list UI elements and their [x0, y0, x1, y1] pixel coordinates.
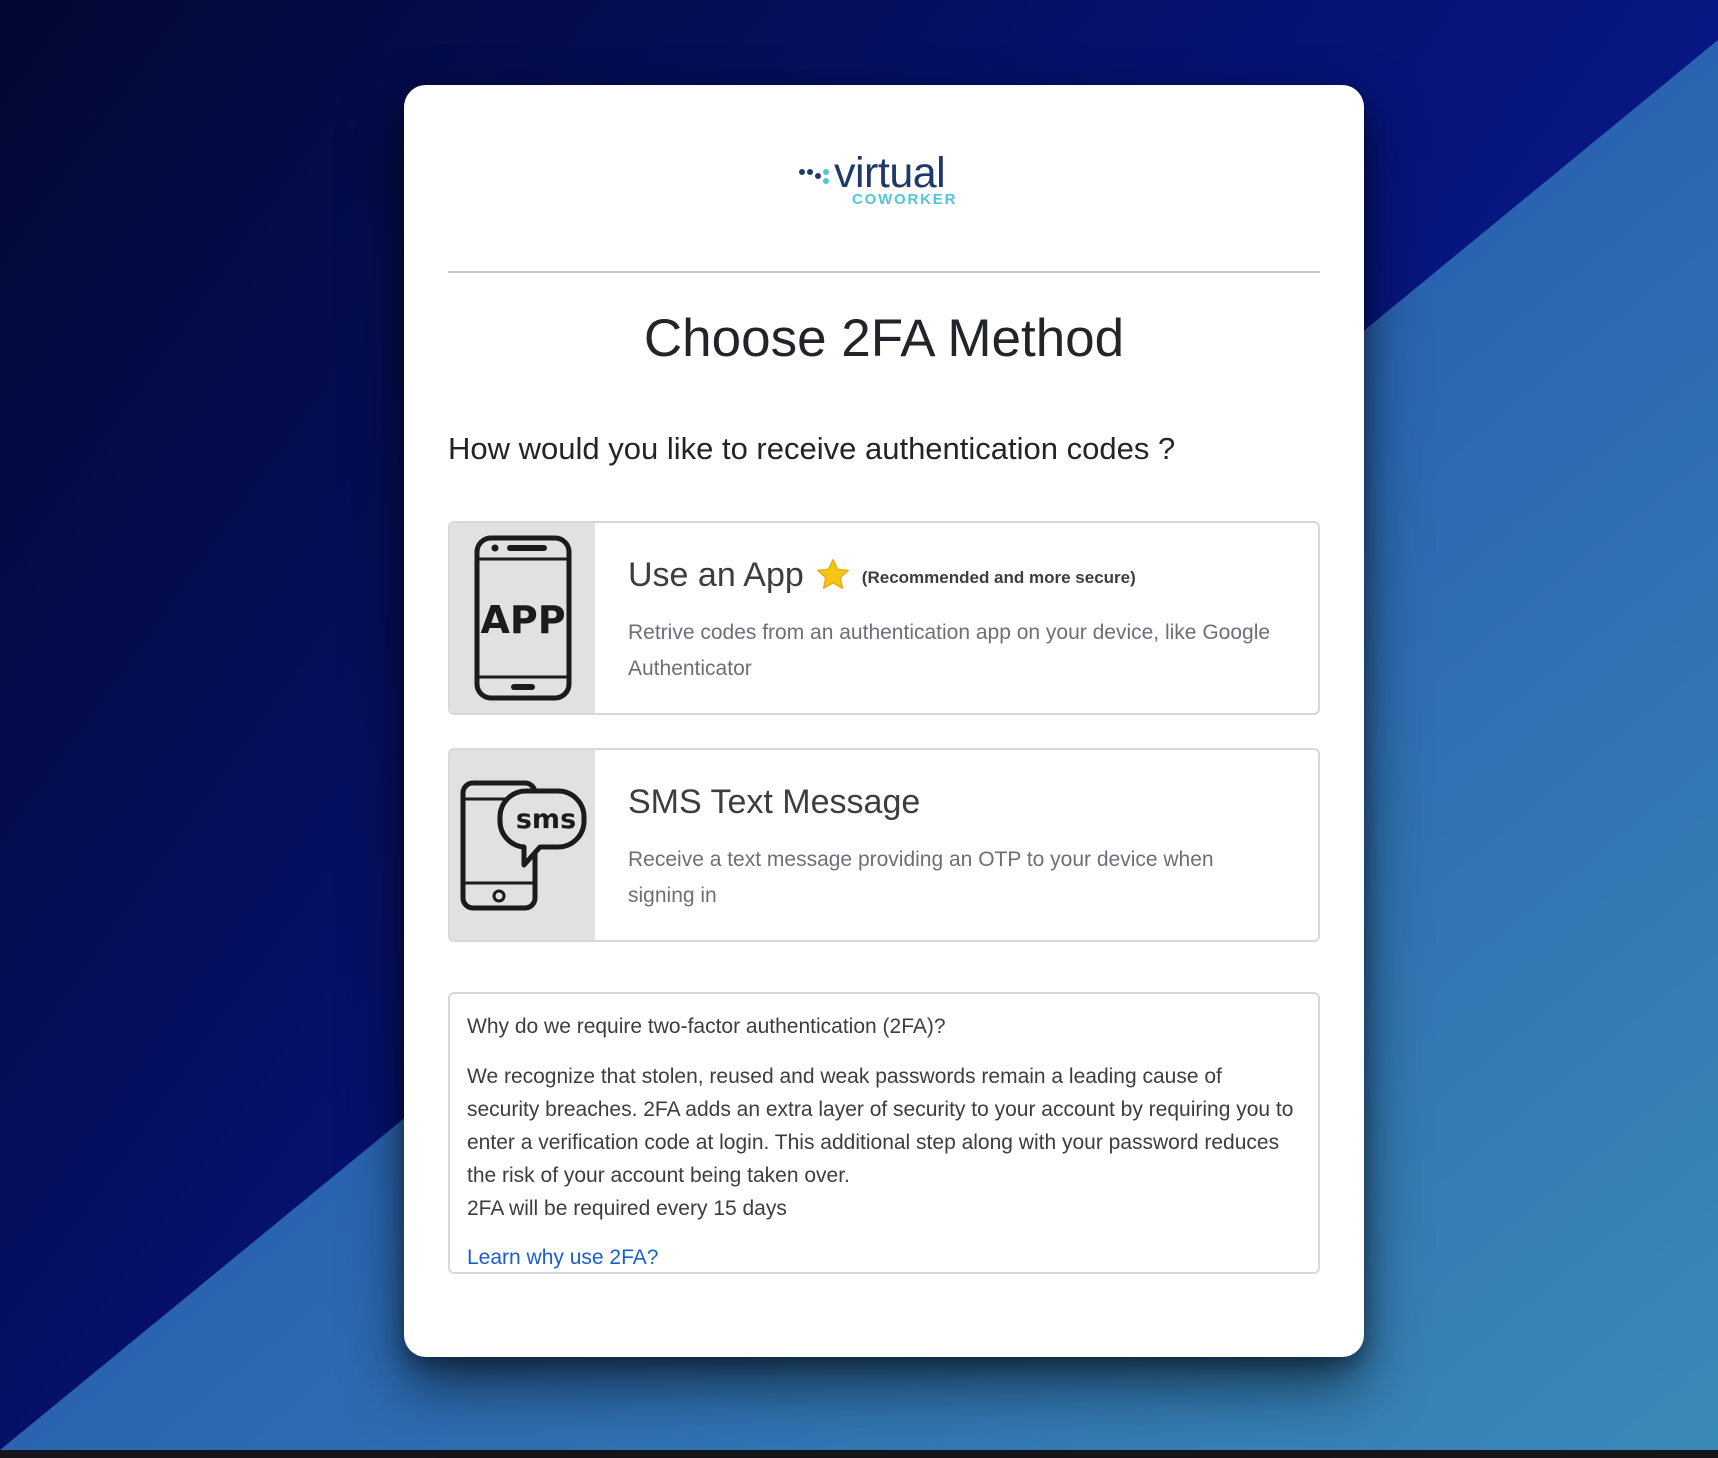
page-title: Choose 2FA Method	[643, 309, 1125, 368]
info-paragraph: We recognize that stolen, reused and wea…	[467, 1065, 1294, 1187]
option-sms[interactable]: sms SMS Text Message Receive a text mess…	[448, 748, 1320, 942]
info-box: Why do we require two-factor authenticat…	[448, 992, 1320, 1274]
option-app-title: Use an App	[628, 556, 804, 594]
option-sms-description: Receive a text message providing an OTP …	[628, 848, 1214, 907]
sms-icon-label: sms	[515, 804, 575, 835]
method-question: How would you like to receive authentica…	[448, 431, 1176, 466]
option-sms-title: SMS Text Message	[628, 783, 921, 821]
info-frequency: 2FA will be required every 15 days	[467, 1197, 787, 1220]
header-divider	[448, 271, 1320, 273]
logo-dots-icon	[799, 169, 829, 184]
option-sms-icon-panel: sms	[450, 750, 595, 940]
option-app-heading: Use an App (Recommended and more secure)	[628, 553, 1136, 597]
option-sms-heading: SMS Text Message	[628, 780, 920, 824]
option-use-app[interactable]: APP Use an App (Recommended and more sec…	[448, 521, 1320, 715]
sms-phone-icon: sms	[460, 780, 586, 911]
two-factor-card: virtual COWORKER Choose 2FA Method How w…	[404, 85, 1364, 1357]
learn-why-link[interactable]: Learn why use 2FA?	[467, 1243, 658, 1273]
app-phone-icon: APP	[474, 535, 571, 701]
app-icon-label: APP	[480, 598, 565, 642]
star-icon	[816, 558, 849, 589]
info-question: Why do we require two-factor authenticat…	[467, 1015, 946, 1038]
recommended-tag: (Recommended and more secure)	[861, 568, 1136, 587]
option-app-icon-panel: APP	[450, 523, 595, 713]
logo-subtitle: COWORKER	[852, 191, 958, 208]
logo-wordmark: virtual	[834, 149, 946, 197]
bottom-bar	[0, 1450, 1718, 1458]
option-app-description: Retrive codes from an authentication app…	[628, 621, 1271, 680]
logo: virtual COWORKER	[404, 149, 1364, 225]
